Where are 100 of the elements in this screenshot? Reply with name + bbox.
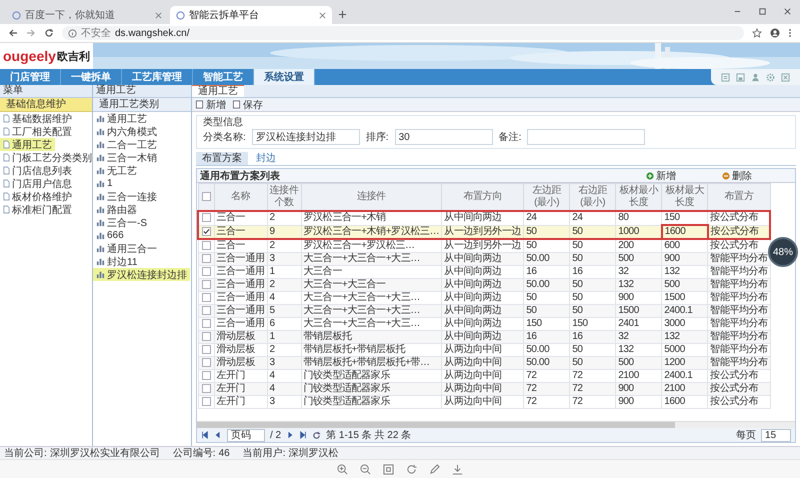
- chart-icon: [96, 153, 105, 162]
- sub-tab[interactable]: 布置方案: [196, 152, 248, 165]
- row-checkbox[interactable]: [202, 332, 210, 341]
- star-icon[interactable]: [752, 28, 762, 38]
- row-checkbox[interactable]: [202, 370, 210, 380]
- category-item[interactable]: 内六角模式: [93, 125, 191, 138]
- chart-icon: [96, 205, 105, 214]
- close-icon[interactable]: [155, 12, 162, 18]
- menu-item[interactable]: 基础数据维护: [0, 112, 92, 125]
- menu-item[interactable]: 门店用户信息: [0, 177, 92, 190]
- back-icon[interactable]: [8, 28, 18, 38]
- table-cell: 50: [570, 278, 616, 292]
- edit-icon[interactable]: [429, 464, 440, 474]
- menu-item[interactable]: 门店信息列表: [0, 164, 92, 177]
- category-item[interactable]: 罗汉松连接封边排: [93, 268, 190, 281]
- row-checkbox[interactable]: [202, 318, 210, 328]
- row-checkbox[interactable]: [202, 344, 210, 354]
- category-item[interactable]: 三合一连接: [93, 190, 191, 203]
- row-checkbox[interactable]: [202, 226, 211, 236]
- fit-icon[interactable]: [383, 464, 394, 474]
- category-item[interactable]: 无工艺: [93, 164, 191, 177]
- new-tab-icon[interactable]: [338, 10, 347, 19]
- sub-tab[interactable]: 封边: [250, 152, 282, 165]
- field-label: 备注:: [498, 130, 522, 144]
- address-field[interactable]: 不安全 ds.wangshek.cn/: [62, 26, 744, 40]
- row-checkbox[interactable]: [202, 384, 210, 393]
- user-icon[interactable]: [751, 72, 760, 82]
- menu-item[interactable]: 通用工艺: [0, 138, 55, 151]
- section-header[interactable]: 基础信息维护: [0, 98, 92, 112]
- page-count: / 2: [270, 430, 282, 440]
- last-page-icon[interactable]: [299, 431, 308, 439]
- browser-tab[interactable]: 智能云拆单平台: [170, 6, 332, 24]
- category-item[interactable]: 三合一-S: [93, 216, 191, 229]
- row-checkbox[interactable]: [202, 292, 210, 302]
- table-cell: 3: [267, 252, 302, 266]
- browser-tab[interactable]: 百度一下，你就知道: [6, 6, 168, 24]
- table-cell: 16: [524, 330, 570, 344]
- grid-title: 通用布置方案列表: [200, 169, 280, 182]
- category-item[interactable]: 三合一木销: [93, 151, 191, 164]
- exit-icon[interactable]: [781, 72, 790, 82]
- reload-icon[interactable]: [44, 28, 54, 38]
- first-page-icon[interactable]: [201, 431, 209, 439]
- section-header: 通用工艺类别: [93, 98, 191, 112]
- table-cell: 1600: [662, 396, 708, 408]
- profile-icon[interactable]: [770, 28, 780, 38]
- input-field[interactable]: [527, 129, 646, 145]
- close-icon[interactable]: [319, 12, 326, 18]
- row-checkbox[interactable]: [202, 358, 210, 367]
- zoom-in-icon[interactable]: [337, 464, 348, 474]
- chart-icon: [96, 192, 105, 201]
- category-item[interactable]: 通用工艺: [93, 112, 191, 125]
- category-item[interactable]: 通用三合一: [93, 242, 191, 255]
- table-cell: 900: [616, 382, 662, 396]
- row-checkbox[interactable]: [202, 306, 210, 315]
- speed-widget: 48%: [768, 237, 798, 267]
- refresh-icon[interactable]: [312, 430, 322, 440]
- category-item[interactable]: 666: [93, 229, 191, 242]
- chart-icon: [96, 244, 105, 253]
- next-page-icon[interactable]: [286, 431, 294, 439]
- toolbar-button[interactable]: 保存: [232, 98, 263, 112]
- close-icon[interactable]: [783, 7, 792, 16]
- menu-icon[interactable]: [788, 28, 792, 38]
- grid-action-button[interactable]: 新增: [646, 168, 676, 182]
- settings-icon[interactable]: [766, 72, 775, 82]
- forward-icon[interactable]: [26, 28, 36, 38]
- category-item[interactable]: 二合一工艺: [93, 138, 191, 151]
- nav-tab[interactable]: 系统设置: [254, 69, 315, 85]
- menu-item[interactable]: 板材价格维护: [0, 190, 92, 203]
- download-icon[interactable]: [452, 464, 463, 474]
- menu-item[interactable]: 工厂相关配置: [0, 125, 92, 138]
- category-item[interactable]: 路由器: [93, 203, 191, 216]
- row-checkbox[interactable]: [202, 266, 210, 276]
- zoom-out-icon[interactable]: [360, 464, 371, 474]
- home-icon[interactable]: [721, 72, 730, 82]
- row-checkbox[interactable]: [202, 254, 210, 263]
- page-field[interactable]: 页码: [227, 428, 265, 442]
- table-cell: 1500: [616, 304, 662, 318]
- prev-page-icon[interactable]: [214, 431, 222, 439]
- page-size-select[interactable]: 15: [761, 428, 791, 442]
- row-checkbox[interactable]: [202, 280, 210, 289]
- logo: ougeely欧吉利: [0, 43, 93, 69]
- menu-item[interactable]: 门板工艺分类类别: [0, 151, 92, 164]
- scrollbar[interactable]: [197, 421, 795, 428]
- maximize-icon[interactable]: [758, 7, 767, 16]
- row-checkbox[interactable]: [202, 213, 211, 222]
- toolbar-button[interactable]: 新增: [195, 98, 226, 112]
- row-checkbox[interactable]: [202, 396, 210, 406]
- category-item[interactable]: 封边11: [93, 255, 191, 268]
- page-tab[interactable]: 通用工艺: [192, 85, 244, 97]
- select-all-checkbox[interactable]: [202, 192, 210, 201]
- row-checkbox[interactable]: [202, 240, 210, 250]
- table-cell: 门铰类型适配器家乐: [301, 382, 442, 396]
- input-field[interactable]: 罗汉松连接封边排: [252, 129, 360, 145]
- grid-action-button[interactable]: 删除: [722, 168, 752, 182]
- input-field[interactable]: 30: [394, 129, 493, 145]
- menu-item[interactable]: 标准柜门配置: [0, 203, 92, 216]
- status-value: 深圳罗汉松: [288, 446, 338, 460]
- table-cell: 1: [267, 330, 302, 344]
- category-item[interactable]: 1: [93, 177, 191, 190]
- rotate-icon[interactable]: [406, 464, 417, 474]
